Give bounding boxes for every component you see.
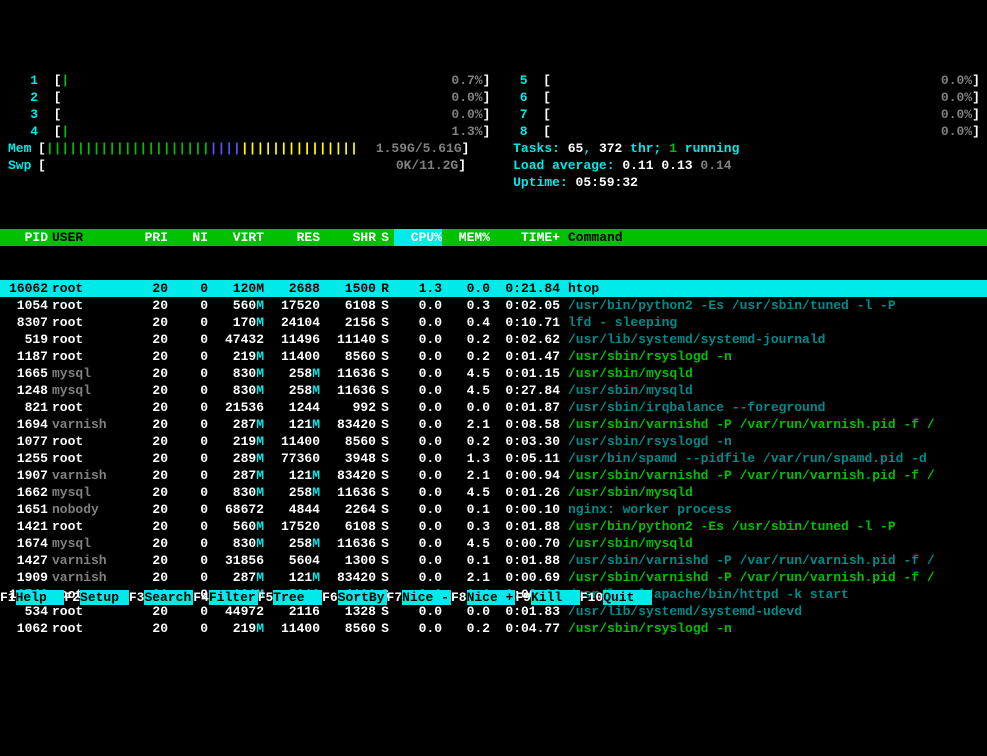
function-key-bar: F1Help F2Setup F3SearchF4FilterF5Tree F6…: [0, 589, 987, 606]
fn-f3[interactable]: F3Search: [129, 589, 193, 606]
table-row[interactable]: 1674mysql200830M258M11636S0.04.50:00.70/…: [0, 535, 987, 552]
left-meters: 1 [|0.7%] 2 [0.0%] 3 [0.0%] 4 [|1.3%]Mem…: [8, 72, 498, 191]
swp-meter: Swp[0K/11.2G]: [8, 157, 498, 174]
process-table-body: 16062root200120M26881500R1.30.00:21.84ht…: [0, 280, 987, 637]
fn-f8[interactable]: F8Nice +: [451, 589, 515, 606]
fn-f10[interactable]: F10Quit: [580, 589, 652, 606]
table-row[interactable]: 8307root200170M241042156S0.00.40:10.71lf…: [0, 314, 987, 331]
table-row[interactable]: 1054root200560M175206108S0.00.30:02.05/u…: [0, 297, 987, 314]
table-row[interactable]: 16062root200120M26881500R1.30.00:21.84ht…: [0, 280, 987, 297]
cpu-meter-6: 6 [0.0%]: [498, 89, 987, 106]
fn-f2[interactable]: F2Setup: [64, 589, 128, 606]
tasks-line: Tasks: 65, 372 thr; 1 running: [498, 140, 987, 157]
hdr-time[interactable]: TIME+: [490, 229, 562, 246]
table-row[interactable]: 1062root200219M114008560S0.00.20:04.77/u…: [0, 620, 987, 637]
table-row[interactable]: 1651nobody2006867248442264S0.00.10:00.10…: [0, 501, 987, 518]
table-row[interactable]: 821root200215361244992S0.00.00:01.87/usr…: [0, 399, 987, 416]
table-row[interactable]: 1907varnish200287M121M83420S0.02.10:00.9…: [0, 467, 987, 484]
process-table-header[interactable]: PID USER PRI NI VIRT RES SHR S CPU% MEM%…: [0, 229, 987, 246]
hdr-s[interactable]: S: [376, 229, 394, 246]
table-row[interactable]: 1187root200219M114008560S0.00.20:01.47/u…: [0, 348, 987, 365]
hdr-cmd[interactable]: Command: [562, 229, 987, 246]
header-meters: 1 [|0.7%] 2 [0.0%] 3 [0.0%] 4 [|1.3%]Mem…: [0, 68, 987, 195]
cpu-meter-1: 1 [|0.7%]: [8, 72, 498, 89]
table-row[interactable]: 1421root200560M175206108S0.00.30:01.88/u…: [0, 518, 987, 535]
table-row[interactable]: 1694varnish200287M121M83420S0.02.10:08.5…: [0, 416, 987, 433]
cpu-meter-4: 4 [|1.3%]: [8, 123, 498, 140]
cpu-meter-2: 2 [0.0%]: [8, 89, 498, 106]
cpu-meter-7: 7 [0.0%]: [498, 106, 987, 123]
hdr-shr[interactable]: SHR: [320, 229, 376, 246]
table-row[interactable]: 1427varnish2003185656041300S0.00.10:01.8…: [0, 552, 987, 569]
fn-f1[interactable]: F1Help: [0, 589, 64, 606]
table-row[interactable]: 1665mysql200830M258M11636S0.04.50:01.15/…: [0, 365, 987, 382]
mem-meter: Mem[||||||||||||||||||||||||||||||||||||…: [8, 140, 498, 157]
hdr-virt[interactable]: VIRT: [208, 229, 264, 246]
table-row[interactable]: 1662mysql200830M258M11636S0.04.50:01.26/…: [0, 484, 987, 501]
hdr-ni[interactable]: NI: [168, 229, 208, 246]
hdr-cpu[interactable]: CPU%: [394, 229, 442, 246]
table-row[interactable]: 1077root200219M114008560S0.00.20:03.30/u…: [0, 433, 987, 450]
fn-f9[interactable]: F9Kill: [515, 589, 579, 606]
fn-f5[interactable]: F5Tree: [258, 589, 322, 606]
hdr-pri[interactable]: PRI: [128, 229, 168, 246]
uptime-line: Uptime: 05:59:32: [498, 174, 987, 191]
table-row[interactable]: 1248mysql200830M258M11636S0.04.50:27.84/…: [0, 382, 987, 399]
load-line: Load average: 0.11 0.13 0.14: [498, 157, 987, 174]
hdr-mem[interactable]: MEM%: [442, 229, 490, 246]
cpu-meter-5: 5 [0.0%]: [498, 72, 987, 89]
table-row[interactable]: 1255root200289M773603948S0.01.30:05.11/u…: [0, 450, 987, 467]
hdr-pid[interactable]: PID: [0, 229, 48, 246]
right-meters: 5 [0.0%]6 [0.0%]7 [0.0%]8 [0.0%] Tasks: …: [498, 72, 987, 191]
fn-f6[interactable]: F6SortBy: [322, 589, 386, 606]
table-row[interactable]: 1909varnish200287M121M83420S0.02.10:00.6…: [0, 569, 987, 586]
cpu-meter-8: 8 [0.0%]: [498, 123, 987, 140]
fn-f7[interactable]: F7Nice -: [387, 589, 451, 606]
cpu-meter-3: 3 [0.0%]: [8, 106, 498, 123]
fn-f4[interactable]: F4Filter: [193, 589, 257, 606]
table-row[interactable]: 519root200474321149611140S0.00.20:02.62/…: [0, 331, 987, 348]
hdr-res[interactable]: RES: [264, 229, 320, 246]
hdr-user[interactable]: USER: [48, 229, 128, 246]
